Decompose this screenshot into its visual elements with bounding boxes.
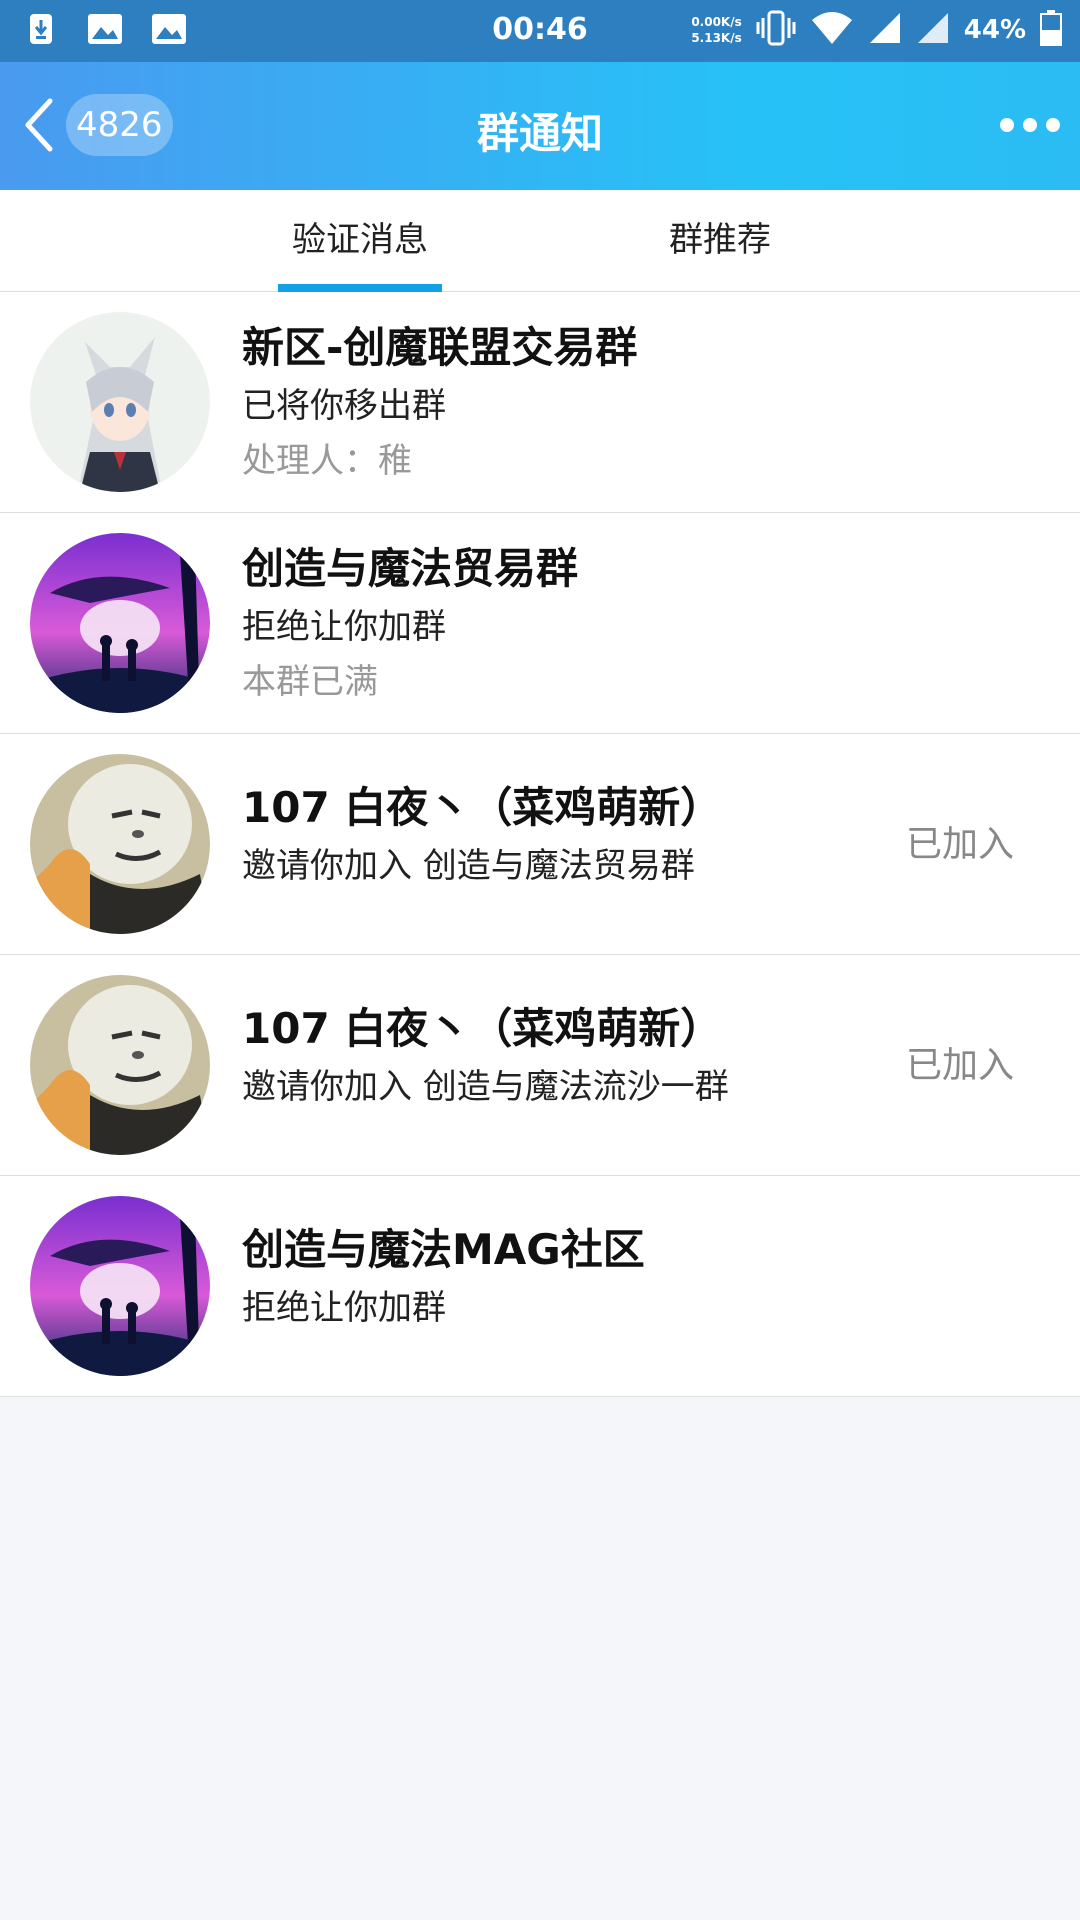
title-bar: 4826 群通知 [0, 62, 1080, 190]
avatar[interactable] [30, 312, 210, 492]
signal-icon [868, 11, 902, 49]
signal-icon [916, 11, 950, 49]
list-item[interactable]: 新区-创魔联盟交易群 已将你移出群 处理人：稚 [0, 292, 1080, 513]
status-bar: 00:46 0.00K/s 5.13K/s 44% [0, 0, 1080, 62]
more-dot-icon [1023, 118, 1037, 132]
battery-icon [1040, 10, 1062, 50]
list-item[interactable]: 107 白夜丶（菜鸡萌新） 邀请你加入 创造与魔法贸易群 已加入 [0, 734, 1080, 955]
avatar[interactable] [30, 754, 210, 934]
more-options-button[interactable] [1000, 110, 1060, 140]
avatar[interactable] [30, 1196, 210, 1376]
notification-message: 拒绝让你加群 [242, 607, 446, 647]
notification-note: 本群已满 [242, 662, 378, 702]
group-name: 创造与魔法贸易群 [242, 544, 579, 593]
more-dot-icon [1046, 118, 1060, 132]
list-item[interactable]: 107 白夜丶（菜鸡萌新） 邀请你加入 创造与魔法流沙一群 已加入 [0, 955, 1080, 1176]
group-name: 创造与魔法MAG社区 [242, 1225, 645, 1274]
tab-bar: 验证消息 群推荐 [0, 190, 1080, 292]
battery-percent: 44% [963, 15, 1026, 45]
list-item[interactable]: 创造与魔法贸易群 拒绝让你加群 本群已满 [0, 513, 1080, 734]
avatar[interactable] [30, 533, 210, 713]
notification-message: 已将你移出群 [242, 386, 446, 426]
network-speed: 0.00K/s 5.13K/s [691, 14, 741, 46]
upload-speed: 0.00K/s [691, 15, 742, 29]
back-button[interactable]: 4826 [18, 92, 173, 158]
download-speed: 5.13K/s [691, 31, 742, 45]
vibrate-icon [756, 10, 796, 50]
group-name: 新区-创魔联盟交易群 [242, 323, 638, 372]
wifi-icon [810, 10, 854, 50]
joined-status: 已加入 [905, 1045, 1014, 1086]
active-tab-indicator [278, 284, 442, 292]
notification-message: 邀请你加入 创造与魔法流沙一群 [242, 1067, 729, 1107]
notification-message: 邀请你加入 创造与魔法贸易群 [242, 846, 695, 886]
tab-verification-messages[interactable]: 验证消息 [278, 190, 442, 292]
tab-group-recommendations[interactable]: 群推荐 [640, 190, 800, 292]
avatar[interactable] [30, 975, 210, 1155]
notification-list: 新区-创魔联盟交易群 已将你移出群 处理人：稚 创造与魔法贸易群 拒绝让你加群 … [0, 292, 1080, 1397]
more-dot-icon [1000, 118, 1014, 132]
inviter-name: 107 白夜丶（菜鸡萌新） [242, 1004, 723, 1053]
inviter-name: 107 白夜丶（菜鸡萌新） [242, 783, 723, 832]
chevron-left-icon [25, 98, 53, 152]
notification-note: 处理人：稚 [242, 441, 412, 481]
notification-message: 拒绝让你加群 [242, 1288, 446, 1328]
unread-count-badge: 4826 [66, 94, 173, 156]
list-item[interactable]: 创造与魔法MAG社区 拒绝让你加群 [0, 1176, 1080, 1397]
joined-status: 已加入 [905, 824, 1014, 865]
